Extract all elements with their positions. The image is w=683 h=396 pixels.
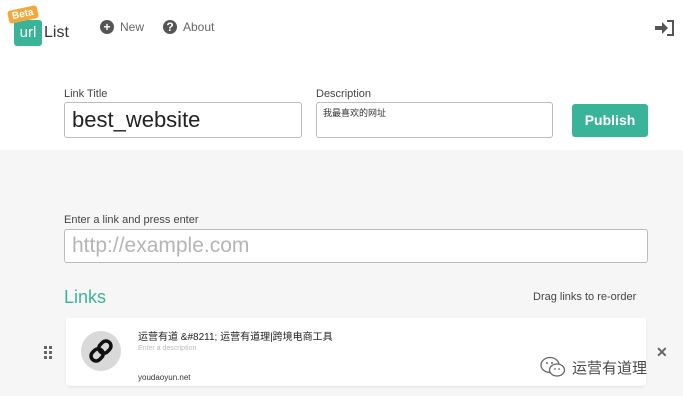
logo-list-text: List	[44, 24, 69, 41]
link-icon	[89, 339, 113, 363]
nav-new-link[interactable]: + New	[100, 20, 144, 34]
sign-in-icon[interactable]	[655, 20, 675, 36]
logo-url-mark: url	[14, 20, 42, 46]
title-label: Link Title	[64, 88, 108, 100]
publish-button[interactable]: Publish	[572, 104, 648, 137]
wechat-icon	[540, 356, 566, 377]
link-url-input[interactable]: http://example.com	[64, 229, 648, 263]
nav-new-label: New	[120, 20, 145, 34]
link-title-input[interactable]: best_website	[64, 102, 302, 138]
link-entry-label: Enter a link and press enter	[64, 214, 199, 226]
links-heading: Links	[64, 287, 107, 307]
link-description-input[interactable]: Enter a description	[138, 345, 196, 352]
nav-about-link[interactable]: ? About	[163, 20, 214, 34]
description-label: Description	[316, 88, 372, 100]
link-url[interactable]: youdaoyun.net	[138, 373, 191, 382]
watermark-text: 运营有道理	[572, 359, 648, 377]
drag-hint: Drag links to re-order	[533, 291, 637, 303]
app-logo[interactable]: url List Beta	[6, 5, 74, 46]
description-input[interactable]: 我最喜欢的网址	[316, 102, 553, 138]
link-title: 运营有道 &#8211; 运营有道理|跨境电商工具	[138, 332, 333, 343]
question-circle-icon: ?	[163, 20, 177, 34]
nav-about-label: About	[183, 20, 215, 34]
link-thumbnail	[81, 331, 121, 371]
header: url List Beta + New ? About Link Title b…	[0, 0, 683, 150]
plus-circle-icon: +	[100, 20, 114, 34]
watermark: 运营有道理	[540, 356, 647, 378]
drag-handle-icon[interactable]	[44, 346, 54, 360]
close-icon[interactable]: ✕	[656, 344, 668, 361]
